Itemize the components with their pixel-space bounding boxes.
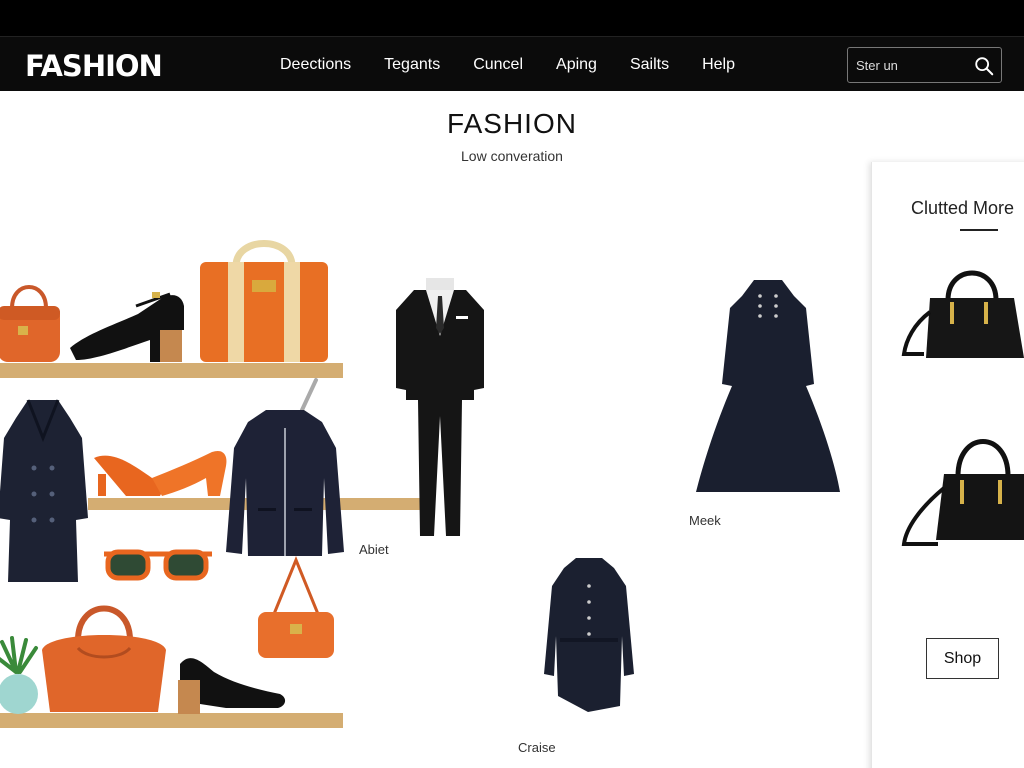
black-block-heel-product[interactable]: [170, 650, 288, 716]
black-handbag-product[interactable]: [900, 262, 1024, 362]
navy-jacket-product[interactable]: [226, 408, 344, 558]
black-satchel-product[interactable]: [900, 428, 1024, 554]
featured-side-panel: Clutted More Shop: [871, 162, 1024, 768]
shelf-top: [0, 363, 343, 378]
suit-caption: Abiet: [359, 542, 389, 557]
orange-sunglasses-product[interactable]: [102, 546, 214, 582]
nav-item-tegants[interactable]: Tegants: [384, 56, 440, 74]
orange-pumps-product[interactable]: [92, 444, 230, 500]
search-icon[interactable]: [973, 55, 995, 77]
orange-crossbody-bag-product[interactable]: [254, 556, 338, 662]
main-navbar: FASHION Deections Tegants Cuncel Aping S…: [0, 36, 1024, 91]
shop-button[interactable]: Shop: [926, 638, 999, 679]
site-logo[interactable]: FASHION: [25, 49, 163, 83]
nav-menu: Deections Tegants Cuncel Aping Sailts He…: [280, 56, 768, 74]
plant-pot-decor: [0, 636, 38, 714]
title-underline: [960, 229, 998, 231]
search-box: [847, 47, 1002, 83]
orange-tote-bag-product[interactable]: [38, 600, 170, 714]
nav-item-help[interactable]: Help: [702, 56, 735, 74]
navy-coat-product[interactable]: [0, 398, 88, 584]
black-suit-product[interactable]: [394, 276, 486, 538]
navy-coat-dress-product[interactable]: [542, 556, 636, 712]
search-input[interactable]: [856, 56, 971, 74]
nav-item-deections[interactable]: Deections: [280, 56, 351, 74]
black-heel-shoe-product[interactable]: [66, 286, 190, 364]
nav-item-cuncel[interactable]: Cuncel: [473, 56, 523, 74]
coat-dress-caption: Craise: [518, 740, 556, 755]
navy-dress-product[interactable]: [694, 278, 842, 500]
shelf-bracket: [300, 378, 318, 412]
nav-item-aping[interactable]: Aping: [556, 56, 597, 74]
top-strip: [0, 0, 1024, 36]
dress-caption: Meek: [689, 513, 721, 528]
orange-briefcase-product[interactable]: [198, 234, 330, 364]
nav-item-sailts[interactable]: Sailts: [630, 56, 669, 74]
page-title: FASHION: [447, 108, 577, 139]
orange-handbag-product[interactable]: [0, 276, 64, 364]
side-panel-title: Clutted More: [911, 198, 1015, 218]
